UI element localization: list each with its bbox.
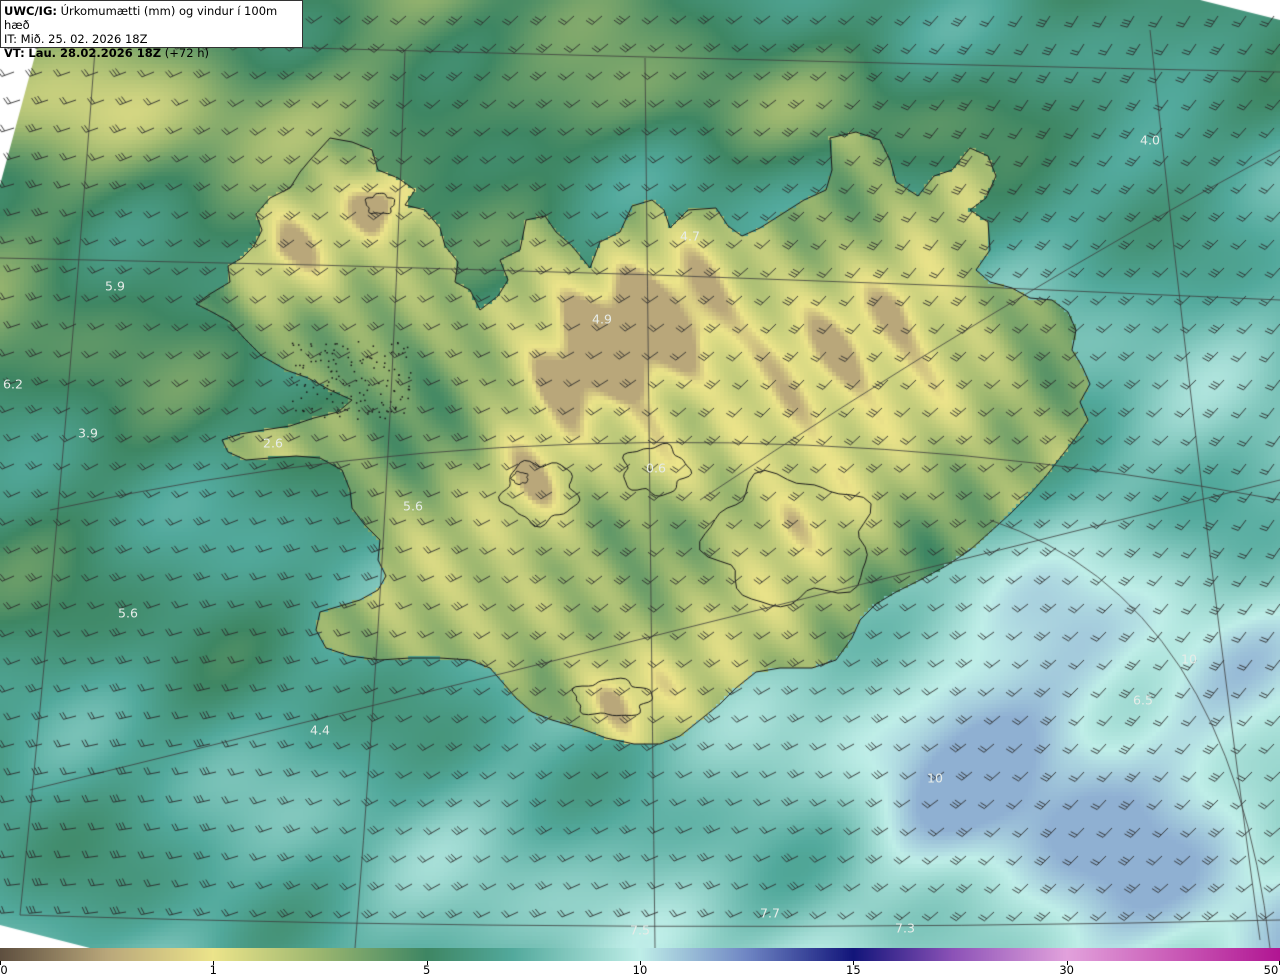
value-label: 5.9 — [105, 279, 125, 294]
map-title-box: UWC/IG: Úrkomumætti (mm) og vindur í 100… — [0, 0, 303, 48]
title-line-init-time: IT: Mið. 25. 02. 2026 18Z — [4, 32, 299, 46]
value-label: 2.6 — [263, 436, 283, 451]
title-line-product: UWC/IG: Úrkomumætti (mm) og vindur í 100… — [4, 4, 299, 32]
value-label: 3.9 — [78, 426, 98, 441]
value-label: 5.6 — [118, 606, 138, 621]
value-label: 6.5 — [1133, 693, 1153, 708]
colorbar-tick-label: 15 — [846, 963, 861, 977]
precipitation-colorbar: 0 1 5 10 15 30 50 — [0, 948, 1280, 978]
value-label: 7.3 — [895, 921, 915, 936]
value-label: 4.0 — [1140, 133, 1160, 148]
title-line-valid-time: VT: Lau. 28.02.2026 18Z (+72 h) — [4, 46, 299, 60]
value-label: 4.7 — [680, 229, 700, 244]
colorbar-tick-label: 10 — [633, 963, 648, 977]
colorbar-tick-label: 50 — [1264, 963, 1279, 977]
colorbar-tick-label: 1 — [210, 963, 217, 977]
value-label: 0.6 — [646, 461, 666, 476]
value-label: 4.4 — [310, 723, 330, 738]
colorbar-tick-label: 0 — [0, 963, 7, 977]
value-label: 7.5 — [630, 923, 650, 938]
value-label: 5.6 — [403, 499, 423, 514]
colorbar-strip — [0, 948, 1280, 961]
value-label: 6.2 — [3, 377, 23, 392]
value-label: 10 — [927, 771, 943, 786]
value-label: 7.7 — [760, 906, 780, 921]
forecast-map — [0, 0, 1280, 948]
value-label: 4.9 — [592, 312, 612, 327]
colorbar-tick-label: 5 — [423, 963, 430, 977]
value-label: 10 — [1181, 652, 1197, 667]
colorbar-tick-label: 30 — [1059, 963, 1074, 977]
